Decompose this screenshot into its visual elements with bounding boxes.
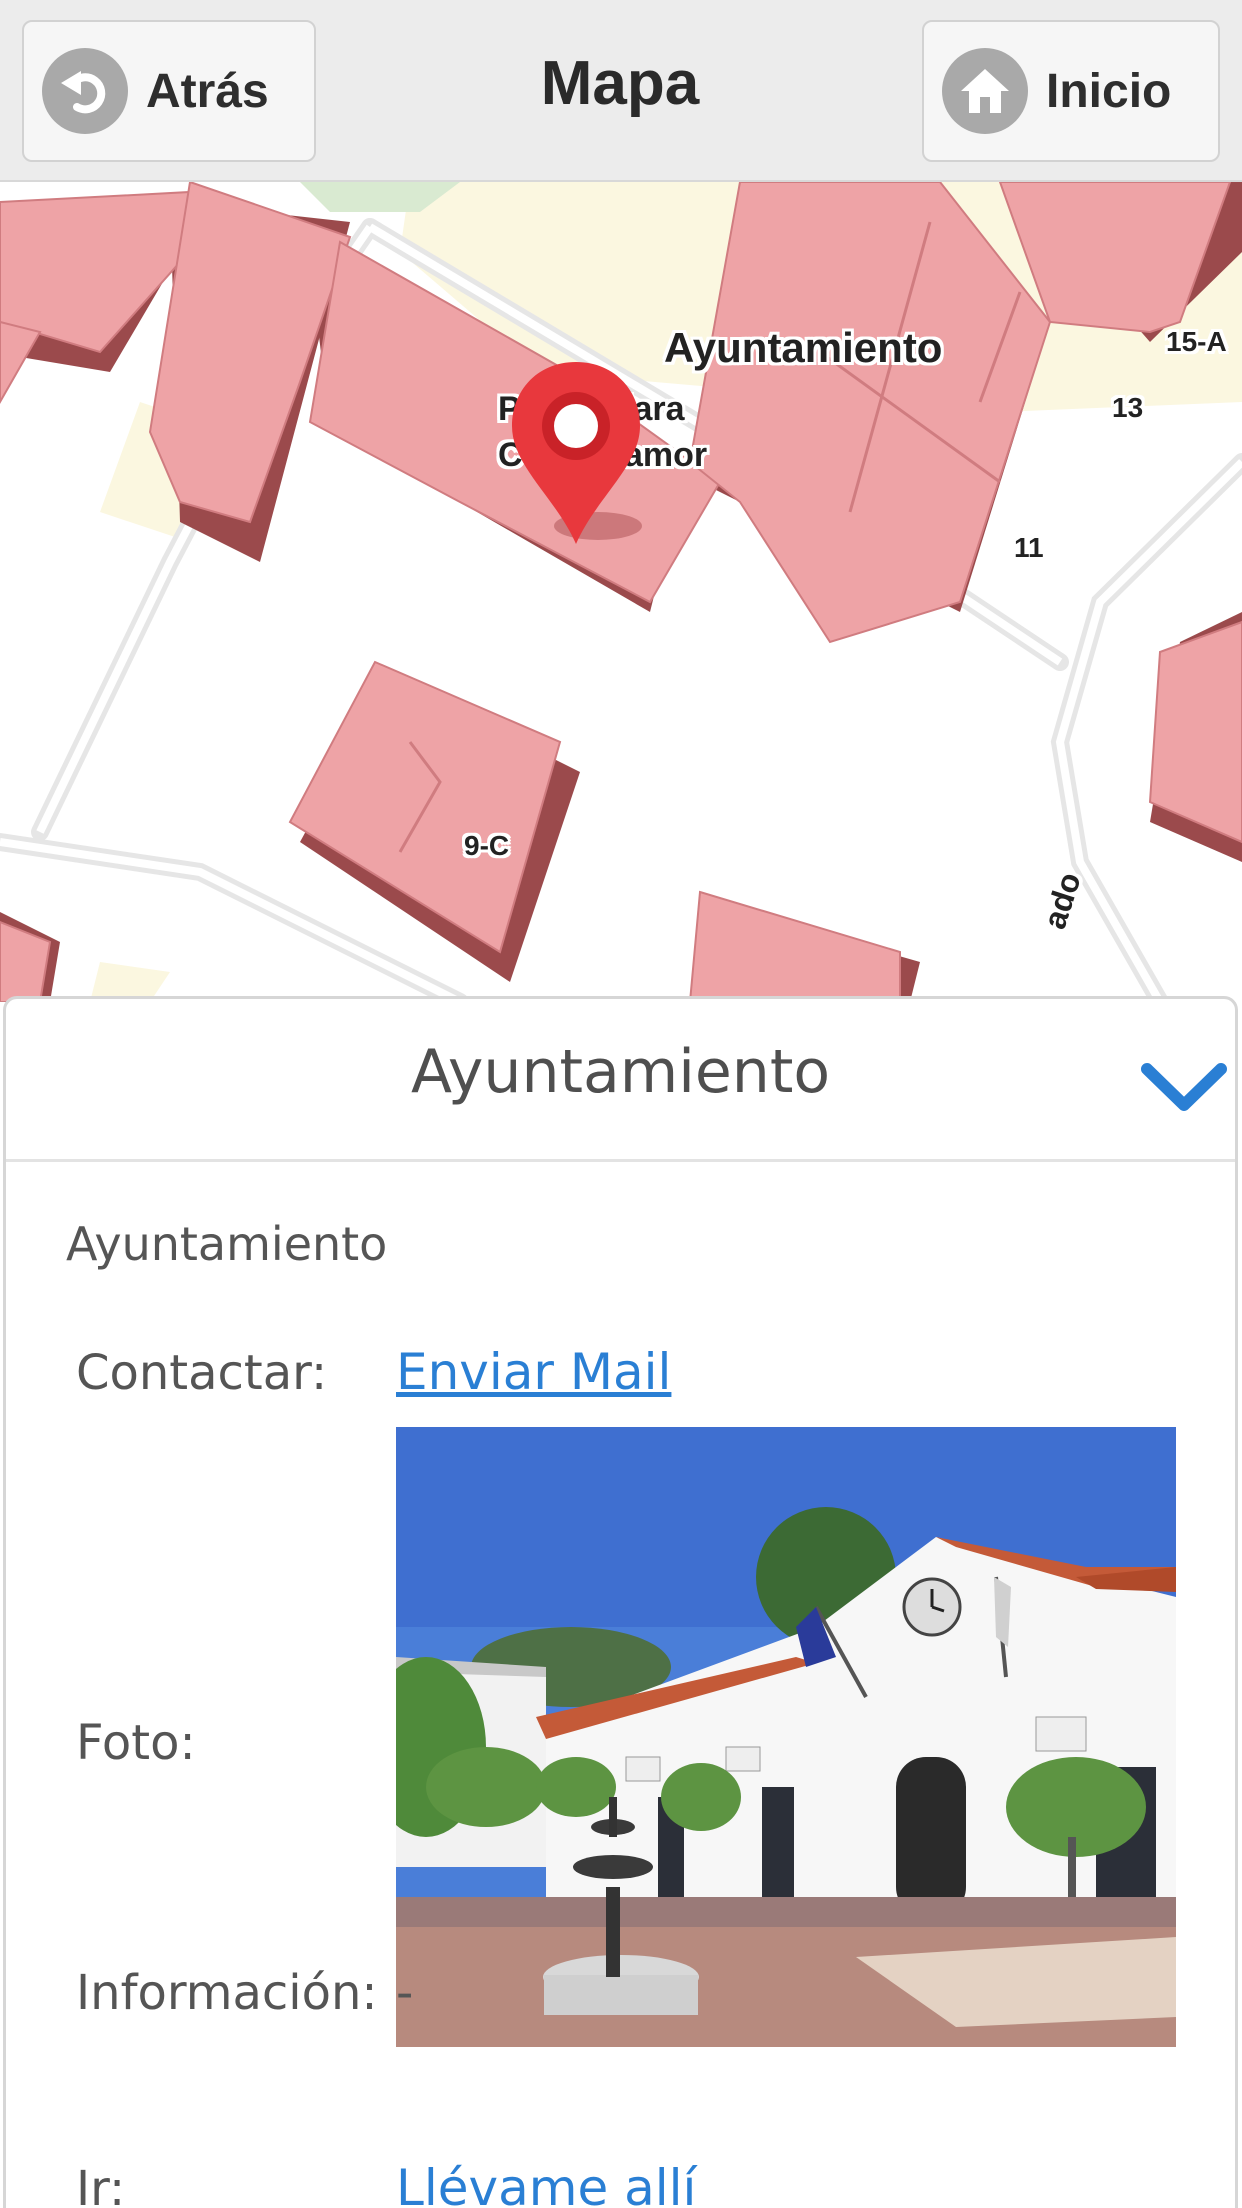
page-title: Mapa — [540, 49, 700, 118]
take-me-there-link[interactable]: Llévame allí — [396, 2159, 696, 2208]
home-button[interactable]: Inicio — [922, 20, 1220, 162]
location-marker-icon[interactable] — [506, 358, 646, 548]
map-screen: Atrás Mapa Inicio Ayuntamiento P lara C … — [0, 0, 1242, 2208]
back-button[interactable]: Atrás — [22, 20, 316, 162]
contact-label: Contactar: — [76, 1345, 328, 1401]
top-bar: Atrás Mapa Inicio — [0, 0, 1242, 182]
back-label: Atrás — [146, 64, 269, 118]
place-photo[interactable] — [396, 1427, 1176, 2047]
info-panel: Ayuntamiento Ayuntamiento Contactar: Env… — [3, 996, 1238, 2208]
go-label: Ir: — [76, 2161, 126, 2208]
info-panel-title: Ayuntamiento — [410, 1037, 831, 1107]
house-number: 11 — [1014, 532, 1044, 563]
house-number: 13 — [1112, 392, 1144, 423]
map-view[interactable]: Ayuntamiento P lara C amor 15-A 13 11 9-… — [0, 182, 1242, 1002]
house-number: 15-A — [1166, 326, 1227, 357]
chevron-down-icon[interactable] — [1139, 1049, 1229, 1119]
info-label: Información: — [76, 1965, 378, 2021]
photo-label: Foto: — [76, 1715, 196, 1771]
place-subtitle: Ayuntamiento — [66, 1217, 388, 1271]
house-number: 9-C — [464, 830, 510, 861]
back-arrow-icon — [42, 48, 128, 134]
map-place-label: Ayuntamiento — [664, 324, 943, 371]
home-label: Inicio — [1046, 64, 1172, 118]
home-icon — [942, 48, 1028, 134]
send-mail-link[interactable]: Enviar Mail — [396, 1343, 671, 1401]
info-panel-header[interactable]: Ayuntamiento — [6, 999, 1235, 1162]
info-value: - — [396, 1965, 414, 2021]
